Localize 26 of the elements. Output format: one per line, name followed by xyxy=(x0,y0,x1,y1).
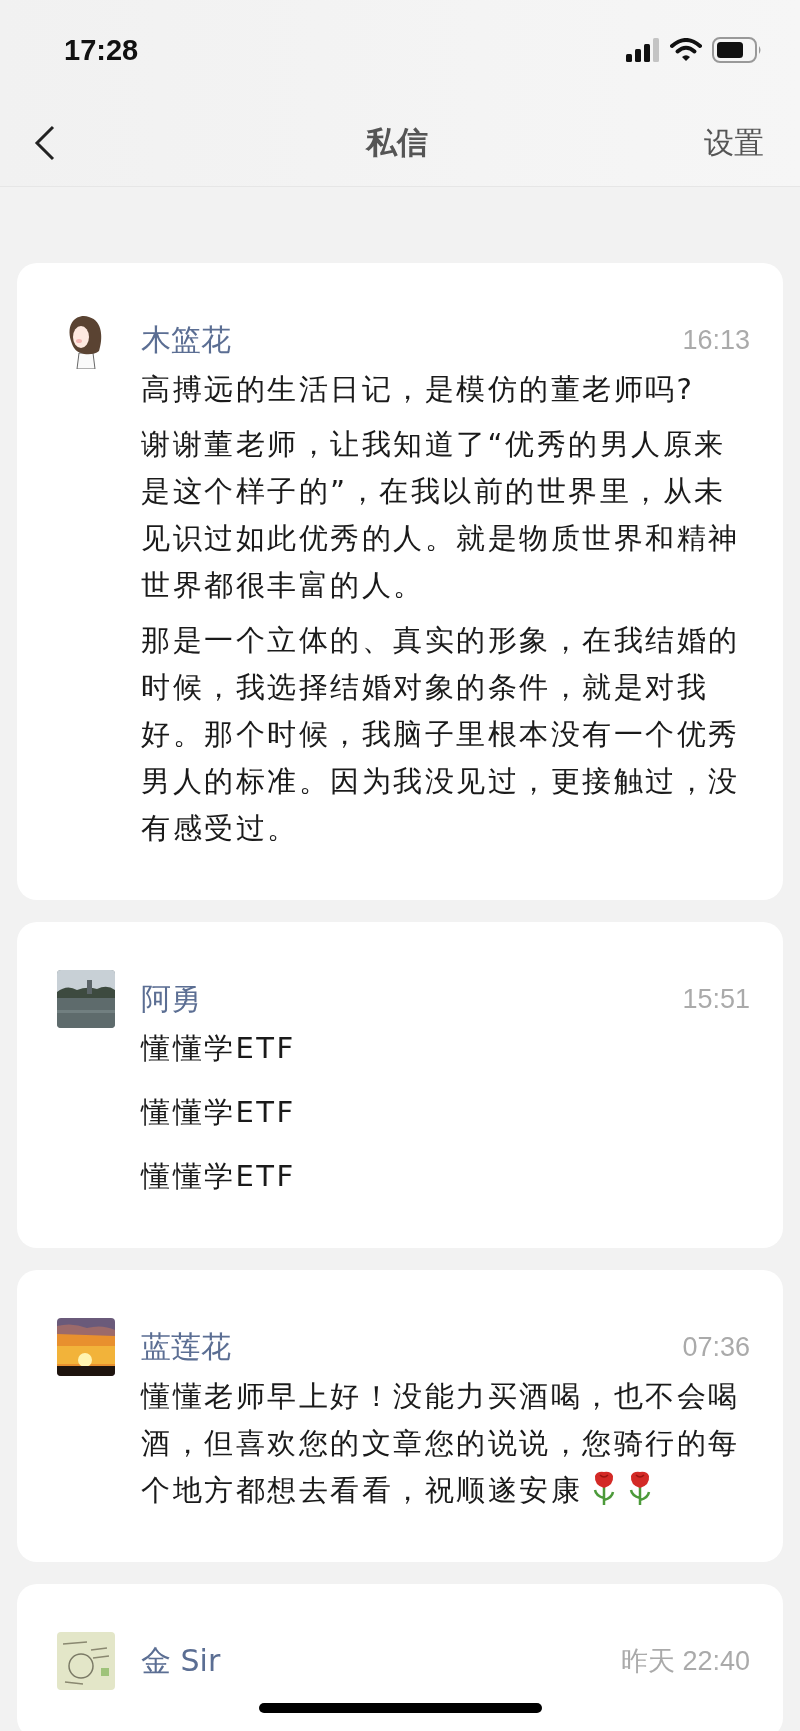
battery-icon xyxy=(712,37,762,63)
conversation-card[interactable]: 阿勇 15:51 懂懂学ETF 懂懂学ETF 懂懂学ETF xyxy=(17,922,783,1248)
message-text: 懂懂老师早上好！没能力买酒喝，也不会喝酒，但喜欢您的文章您的说说，您骑行的每个地方都想去看看，祝顺遂安康 xyxy=(141,1378,741,1509)
conversation-card[interactable]: 木篮花 16:13 高搏远的生活日记，是模仿的董老师吗? 谢谢董老师，让我知道了“优秀的男人原来是这个样子的”，在我以前的世界里，从未见识过如此优秀的人。就是物质世界和精神世界都很丰富的人。 那是一个立体的、真实的形象，在我结婚的时候，我选择结婚对象的条件，就是对我好。那个时候，我脑子里根本没有一个优秀男人的标准。因为我没见过，更接触过，没有感受过。 xyxy=(17,263,783,900)
message-time: 16:13 xyxy=(682,324,750,356)
message-time: 15:51 xyxy=(682,983,750,1015)
sender-name: 金 Sir xyxy=(141,1641,221,1680)
sender-name: 阿勇 xyxy=(141,979,201,1018)
message-text: 懂懂学ETF xyxy=(141,1094,297,1131)
message-text: 那是一个立体的、真实的形象，在我结婚的时候，我选择结婚对象的条件，就是对我好。那个时候，我脑子里根本没有一个优秀男人的标准。因为我没见过，更接触过，没有感受过。 xyxy=(141,622,741,847)
message-time: 昨天 22:40 xyxy=(620,1645,750,1678)
status-time: 17:28 xyxy=(64,33,139,67)
settings-link[interactable]: 设置 xyxy=(704,122,764,164)
page-title: 私信 xyxy=(366,123,428,162)
message-text: 谢谢董老师，让我知道了“优秀的男人原来是这个样子的”，在我以前的世界里，从未见识过如此优秀的人。就是物质世界和精神世界都很丰富的人。 xyxy=(141,426,741,604)
sender-name: 木篮花 xyxy=(141,320,231,359)
message-text: 高搏远的生活日记，是模仿的董老师吗? xyxy=(141,371,696,408)
conversation-card[interactable]: 金 Sir 昨天 22:40 xyxy=(17,1584,783,1731)
message-time: 07:36 xyxy=(682,1331,750,1363)
wifi-icon xyxy=(670,38,702,62)
message-text: 懂懂学ETF xyxy=(141,1158,297,1195)
message-text: 懂懂学ETF xyxy=(141,1030,297,1067)
back-icon xyxy=(34,125,56,161)
signal-icon xyxy=(626,38,660,62)
conversation-card[interactable]: 蓝莲花 07:36 懂懂老师早上好！没能力买酒喝，也不会喝酒，但喜欢您的文章您的说说，您骑行的每个地方都想去看看，祝顺遂安康 xyxy=(17,1270,783,1562)
sender-name: 蓝莲花 xyxy=(141,1327,231,1366)
